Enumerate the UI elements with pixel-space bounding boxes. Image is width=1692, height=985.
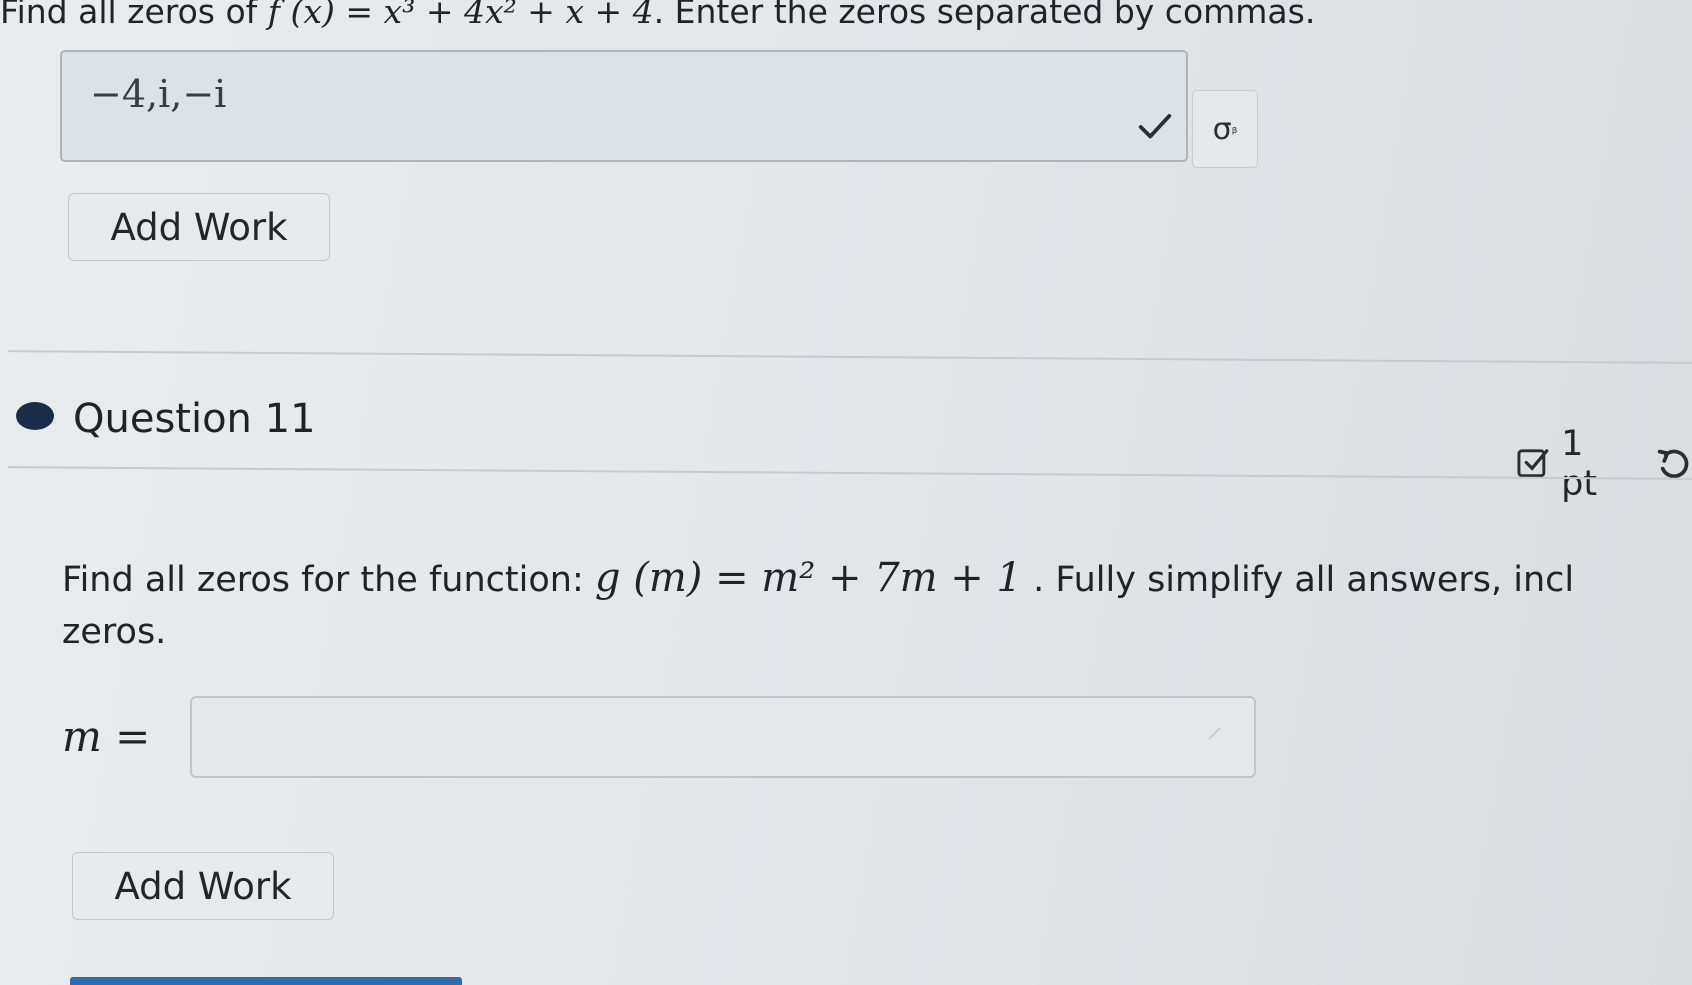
- pencil-icon: [1208, 727, 1221, 740]
- divider-question-header: [8, 466, 1692, 480]
- question-10-answer-value: −4,i,−i: [90, 72, 227, 116]
- question-11-function: g (m) = m² + 7m + 1: [594, 555, 1022, 601]
- question-10-function: f (x) = x³ + 4x² + x + 4: [267, 0, 654, 31]
- question-10-answer-field[interactable]: −4,i,−i: [60, 50, 1188, 162]
- question-10-add-work-button[interactable]: Add Work: [68, 193, 330, 261]
- question-11-prompt-prefix: Find all zeros for the function:: [62, 560, 584, 600]
- question-10-prompt-suffix: . Enter the zeros separated by commas.: [653, 0, 1316, 31]
- question-11-prompt-suffix: . Fully simplify all answers, incl: [1033, 560, 1575, 600]
- question-11-prompt-continuation: zeros.: [62, 612, 167, 652]
- question-11-points: 1 pt: [1516, 424, 1692, 504]
- question-11-answer-input[interactable]: [190, 696, 1256, 778]
- sigma-button[interactable]: σᵦ: [1192, 90, 1258, 168]
- bottom-progress-bar: [70, 977, 462, 985]
- question-11-input-label: m =: [62, 712, 151, 761]
- divider-top: [8, 350, 1692, 364]
- question-11-prompt: Find all zeros for the function: g (m) =…: [62, 552, 1672, 658]
- question-10-prompt-prefix: Find all zeros of: [0, 0, 258, 31]
- question-11-status-dot: [16, 402, 54, 430]
- question-11-points-label: 1 pt: [1561, 424, 1598, 504]
- question-11-add-work-button[interactable]: Add Work: [72, 852, 334, 920]
- question-11-title: Question 11: [73, 396, 316, 442]
- question-10-prompt: Find all zeros of f (x) = x³ + 4x² + x +…: [0, 0, 1315, 31]
- check-icon: [1138, 114, 1172, 139]
